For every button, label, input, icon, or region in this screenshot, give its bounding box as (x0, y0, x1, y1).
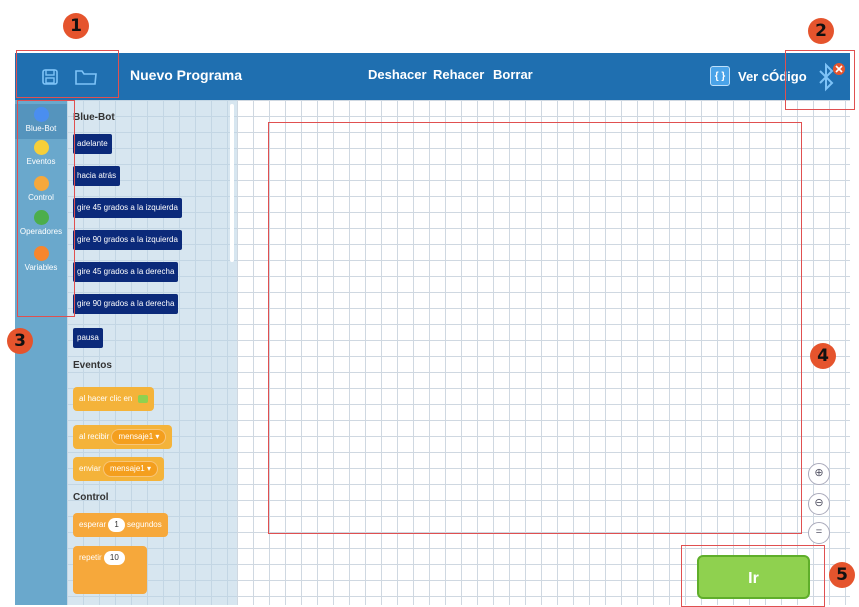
section-control: Control (73, 492, 109, 503)
annotation-box-1 (16, 50, 119, 98)
zoom-out-icon[interactable]: ⊖ (808, 493, 830, 515)
undo-button[interactable]: Deshacer (368, 67, 427, 82)
block-turn-right-90[interactable]: gire 90 grados a la derecha (73, 294, 179, 314)
zoom-reset-icon[interactable]: = (808, 522, 830, 544)
message-dropdown[interactable]: mensaje1 ▾ (103, 461, 158, 477)
palette-scrollbar[interactable] (230, 104, 234, 262)
block-label: segundos (127, 520, 162, 529)
block-label: enviar (79, 464, 101, 473)
annotation-box-4 (268, 122, 802, 534)
block-repeat[interactable]: repetir 10 (73, 546, 147, 594)
block-palette: Blue-Bot adelante hacia atrás gire 45 gr… (67, 100, 237, 605)
block-label: al hacer clic en (79, 394, 133, 403)
block-turn-left-90[interactable]: gire 90 grados a la izquierda (73, 230, 182, 250)
block-wait[interactable]: esperar 1 segundos (73, 513, 168, 537)
section-bluebot: Blue-Bot (73, 112, 115, 123)
dropdown-value: mensaje1 (118, 432, 154, 441)
block-turn-right-45[interactable]: gire 45 grados a la derecha (73, 262, 179, 282)
annotation-box-2 (785, 50, 855, 110)
dropdown-value: mensaje1 (110, 464, 145, 473)
block-label: repetir (79, 553, 102, 562)
program-title: Nuevo Programa (130, 67, 243, 83)
block-on-click[interactable]: al hacer clic en (73, 387, 154, 411)
annotation-badge-3: 3 (7, 328, 33, 354)
clear-button[interactable]: Borrar (493, 67, 533, 82)
block-forward[interactable]: adelante (73, 134, 112, 154)
wait-input[interactable]: 1 (108, 518, 125, 532)
annotation-badge-5: 5 (829, 562, 855, 588)
message-dropdown[interactable]: mensaje1 ▾ (111, 429, 167, 445)
annotation-badge-2: 2 (808, 18, 834, 44)
block-turn-left-45[interactable]: gire 45 grados a la izquierda (73, 198, 182, 218)
code-icon: { } (710, 66, 730, 86)
repeat-input[interactable]: 10 (103, 551, 125, 565)
section-events: Eventos (73, 360, 112, 371)
go-button[interactable]: Ir (697, 555, 810, 599)
annotation-badge-1: 1 (63, 13, 89, 39)
top-toolbar: Nuevo Programa Deshacer Rehacer Borrar {… (15, 53, 850, 100)
zoom-in-icon[interactable]: ⊕ (808, 463, 830, 485)
flag-icon (137, 394, 148, 403)
block-label: esperar (79, 520, 107, 529)
block-label: al recibir (79, 432, 110, 441)
annotation-box-3 (17, 100, 75, 317)
block-send[interactable]: enviar mensaje1 ▾ (73, 457, 164, 481)
block-back[interactable]: hacia atrás (73, 166, 121, 186)
annotation-badge-4: 4 (810, 343, 836, 369)
redo-button[interactable]: Rehacer (433, 67, 484, 82)
block-on-receive[interactable]: al recibir mensaje1 ▾ (73, 425, 173, 449)
block-pause[interactable]: pausa (73, 328, 103, 348)
